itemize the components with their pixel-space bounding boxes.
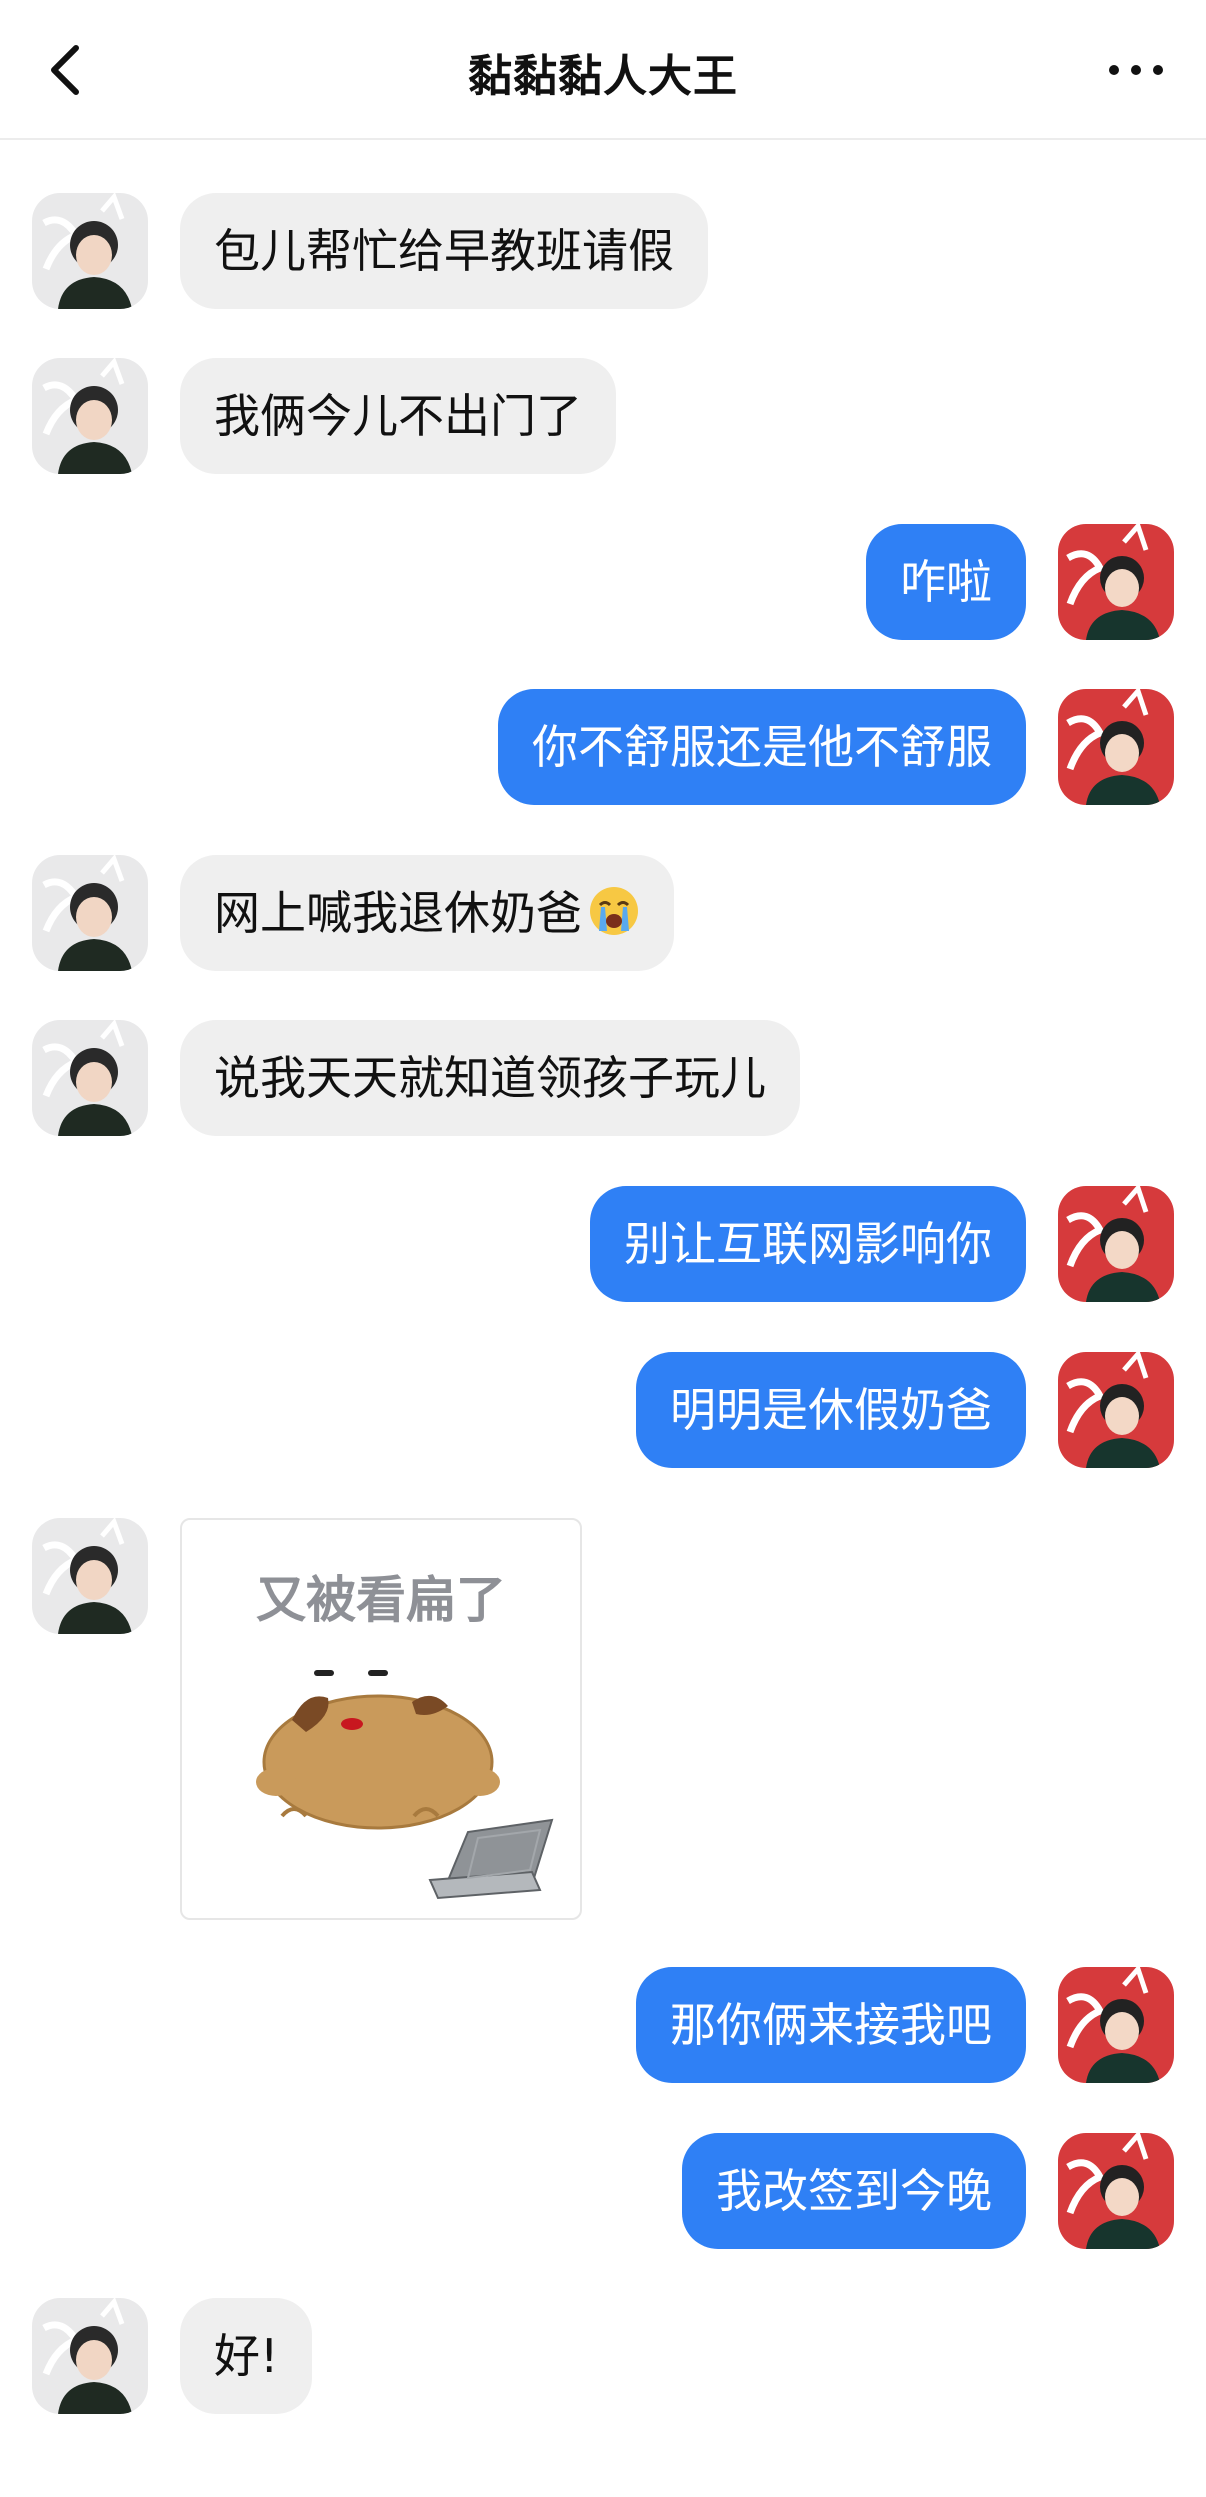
outgoing-message-bubble[interactable]: 咋啦 — [866, 524, 1026, 640]
my-avatar[interactable] — [1058, 1186, 1174, 1302]
contact-avatar[interactable] — [32, 358, 148, 474]
message-row: 我俩今儿不出门了 — [0, 358, 1206, 476]
message-row: 我改签到今晚 — [0, 2133, 1206, 2251]
my-avatar[interactable] — [1058, 689, 1174, 805]
outgoing-message-bubble[interactable]: 你不舒服还是他不舒服 — [498, 689, 1026, 805]
contact-avatar[interactable] — [32, 1518, 148, 1634]
outgoing-message-bubble[interactable]: 我改签到今晚 — [682, 2133, 1026, 2249]
more-button[interactable] — [1096, 40, 1176, 100]
incoming-message-bubble[interactable]: 好! — [180, 2298, 313, 2414]
chat-title: 黏黏黏人大王 — [468, 51, 738, 102]
incoming-message-bubble[interactable]: 网上喊我退休奶爸 — [180, 855, 674, 971]
potato-blob-illustration — [256, 1670, 554, 1900]
message-row: 那你俩来接我吧 — [0, 1967, 1206, 2085]
message-row: 包儿帮忙给早教班请假 — [0, 193, 1206, 311]
contact-avatar[interactable] — [32, 1020, 148, 1136]
chat-header: 黏黏黏人大王 — [0, 0, 1206, 140]
message-row: 明明是休假奶爸 — [0, 1352, 1206, 1470]
outgoing-message-bubble[interactable]: 明明是休假奶爸 — [636, 1352, 1026, 1468]
my-avatar[interactable] — [1058, 2133, 1174, 2249]
message-row: 你不舒服还是他不舒服 — [0, 689, 1206, 807]
outgoing-message-bubble[interactable]: 别让互联网影响你 — [590, 1186, 1026, 1302]
sticker-message[interactable]: 又被看扁了 — [180, 1518, 582, 1920]
incoming-message-bubble[interactable]: 包儿帮忙给早教班请假 — [180, 193, 708, 309]
contact-avatar[interactable] — [32, 193, 148, 309]
my-avatar[interactable] — [1058, 524, 1174, 640]
outgoing-message-bubble[interactable]: 那你俩来接我吧 — [636, 1967, 1026, 2083]
incoming-message-bubble[interactable]: 说我天天就知道领孩子玩儿 — [180, 1020, 800, 1136]
message-row: 又被看扁了 — [0, 1518, 1206, 1920]
my-avatar[interactable] — [1058, 1352, 1174, 1468]
incoming-message-bubble[interactable]: 我俩今儿不出门了 — [180, 358, 616, 474]
message-row: 说我天天就知道领孩子玩儿 — [0, 1020, 1206, 1138]
my-avatar[interactable] — [1058, 1967, 1174, 2083]
contact-avatar[interactable] — [32, 855, 148, 971]
contact-avatar[interactable] — [32, 2298, 148, 2414]
loudly-crying-face-icon — [590, 887, 638, 935]
message-row: 好! — [0, 2298, 1206, 2416]
message-text: 网上喊我退休奶爸 — [214, 886, 582, 940]
message-row: 咋啦 — [0, 524, 1206, 642]
message-row: 网上喊我退休奶爸 — [0, 855, 1206, 973]
more-dots-icon — [1109, 65, 1163, 75]
message-row: 别让互联网影响你 — [0, 1186, 1206, 1304]
